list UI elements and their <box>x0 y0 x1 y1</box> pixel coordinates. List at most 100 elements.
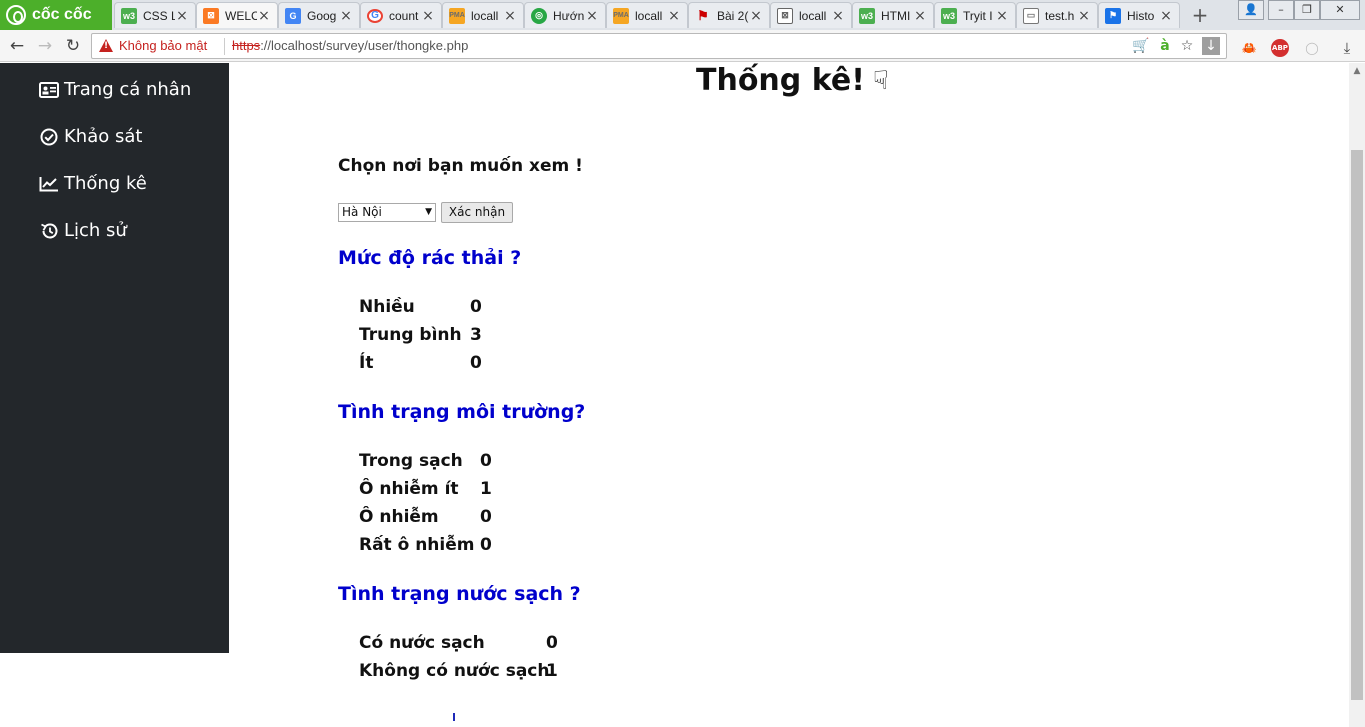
tab-title: Tryit I <box>963 8 993 23</box>
extension-shield-icon[interactable]: ◯ <box>1303 39 1321 57</box>
stat-label: Ít <box>359 353 374 373</box>
bookmark-star-icon[interactable]: ☆ <box>1178 37 1196 55</box>
stat-value: 1 <box>546 661 558 681</box>
tab-7[interactable]: PMA locall × <box>606 2 688 28</box>
red-flag-icon: ⚑ <box>697 7 709 23</box>
sidebar-item-label: Khảo sát <box>64 126 143 147</box>
tab-13[interactable]: ⚑ Histo × <box>1098 2 1180 28</box>
tab-8[interactable]: ⚑ Bài 2( × <box>688 2 770 28</box>
downloads-icon[interactable]: ⤓ <box>1338 39 1356 57</box>
close-icon[interactable]: × <box>257 8 271 24</box>
coccoc-menu-button[interactable]: cốc cốc <box>0 0 112 30</box>
check-circle-icon <box>39 127 59 147</box>
stat-value: 0 <box>546 633 558 653</box>
sidebar-item-history[interactable]: Lịch sử <box>39 220 127 241</box>
download-arrow-icon[interactable]: ↓ <box>1202 37 1220 55</box>
google-icon: G <box>367 8 383 23</box>
tab-10[interactable]: w3 HTMI × <box>852 2 934 28</box>
close-icon[interactable]: × <box>503 8 517 24</box>
text-cursor <box>453 713 455 721</box>
sidebar: Trang cá nhân Khảo sát Thống kê Lịch sử <box>0 63 229 653</box>
stat-value: 0 <box>470 353 482 373</box>
scrollbar-thumb[interactable] <box>1351 150 1363 700</box>
close-icon[interactable]: × <box>913 8 927 24</box>
restore-button[interactable]: ❐ <box>1294 0 1320 20</box>
close-icon[interactable]: × <box>749 8 763 24</box>
back-button[interactable]: ← <box>5 34 29 58</box>
sidebar-item-statistics[interactable]: Thống kê <box>39 173 147 194</box>
pointing-hand-icon: ☟ <box>872 65 889 96</box>
close-icon[interactable]: × <box>831 8 845 24</box>
close-icon[interactable]: × <box>667 8 681 24</box>
coccoc-logo-icon <box>6 5 26 25</box>
tab-title: CSS L <box>143 8 175 23</box>
minimize-button[interactable]: – <box>1268 0 1294 20</box>
stat-value: 0 <box>480 507 492 527</box>
location-select-value: Hà Nội <box>342 205 382 219</box>
page-title: Thống kê! ☟ <box>696 63 889 98</box>
tab-9[interactable]: ⊠ locall × <box>770 2 852 28</box>
new-tab-button[interactable]: + <box>1188 3 1212 27</box>
history-icon <box>39 221 59 241</box>
w3schools-icon: w3 <box>859 7 875 24</box>
close-icon[interactable]: × <box>339 8 353 24</box>
close-window-button[interactable]: ✕ <box>1320 0 1360 20</box>
security-label[interactable]: Không bảo mật <box>119 38 207 53</box>
adblock-icon[interactable]: ABP <box>1271 39 1289 57</box>
tab-11[interactable]: w3 Tryit I × <box>934 2 1016 28</box>
phpmyadmin-icon: PMA <box>613 7 629 24</box>
tab-title: HTMI <box>881 8 911 23</box>
tab-title: locall <box>471 8 499 23</box>
w3schools-icon: w3 <box>941 7 957 24</box>
tab-4[interactable]: G count × <box>360 2 442 28</box>
tab-title: Hướn <box>553 8 585 23</box>
close-icon[interactable]: × <box>421 8 435 24</box>
tab-3[interactable]: G Goog × <box>278 2 360 28</box>
close-icon[interactable]: × <box>1077 8 1091 24</box>
stat-label: Trong sạch <box>359 451 463 471</box>
scroll-up-arrow-icon[interactable]: ▲ <box>1349 63 1365 79</box>
section-title-water: Tình trạng nước sạch ? <box>338 583 581 605</box>
section-title-environment: Tình trạng môi trường? <box>338 401 586 423</box>
shopping-cart-icon[interactable]: 🛒 <box>1132 37 1150 55</box>
confirm-button[interactable]: Xác nhận <box>441 202 513 223</box>
tab-12[interactable]: ▭ test.h × <box>1016 2 1098 28</box>
stat-value: 0 <box>470 297 482 317</box>
sidebar-item-profile[interactable]: Trang cá nhân <box>39 79 191 100</box>
extension-crab-icon[interactable]: 🦀 <box>1240 39 1258 57</box>
url-scheme: https <box>232 38 261 53</box>
location-select[interactable]: Hà Nội ▼ <box>338 203 436 222</box>
stat-label: Ô nhiễm ít <box>359 479 459 499</box>
reload-button[interactable]: ↻ <box>61 34 85 58</box>
address-bar[interactable]: Không bảo mật https://localhost/survey/u… <box>91 33 1227 59</box>
close-icon[interactable]: × <box>585 8 599 24</box>
close-icon[interactable]: × <box>175 8 189 24</box>
tab-title: Goog <box>307 8 337 23</box>
sidebar-item-survey[interactable]: Khảo sát <box>39 126 142 147</box>
stat-label: Có nước sạch <box>359 633 485 653</box>
browser-brand: cốc cốc <box>32 6 92 23</box>
tab-title: Bài 2( <box>717 8 749 23</box>
tab-2[interactable]: ⊠ WELC × <box>196 2 278 28</box>
url-text[interactable]: https://localhost/survey/user/thongke.ph… <box>232 38 468 53</box>
dictionary-icon[interactable]: à <box>1156 37 1174 55</box>
forward-button[interactable]: → <box>33 34 57 58</box>
vertical-scrollbar[interactable]: ▲ <box>1349 63 1365 727</box>
sidebar-item-label: Trang cá nhân <box>64 79 192 100</box>
tab-5[interactable]: PMA locall × <box>442 2 524 28</box>
tab-6[interactable]: ◎ Hướn × <box>524 2 606 28</box>
stat-label: Không có nước sạch <box>359 661 550 681</box>
xampp-icon: ⊠ <box>777 7 793 24</box>
tab-1[interactable]: w3 CSS L × <box>114 2 196 28</box>
tab-title: WELC <box>225 8 257 23</box>
profile-icon[interactable]: 👤 <box>1238 0 1264 20</box>
page-title-text: Thống kê! <box>696 63 865 98</box>
divider <box>224 38 225 55</box>
stat-value: 0 <box>480 535 492 555</box>
close-icon[interactable]: × <box>1159 8 1173 24</box>
tab-strip: cốc cốc w3 CSS L × ⊠ WELC × G Goog × G c… <box>0 0 1365 30</box>
tab-title: locall <box>635 8 663 23</box>
location-prompt: Chọn nơi bạn muốn xem ! <box>338 156 583 176</box>
tab-title: count <box>389 8 419 23</box>
close-icon[interactable]: × <box>995 8 1009 24</box>
